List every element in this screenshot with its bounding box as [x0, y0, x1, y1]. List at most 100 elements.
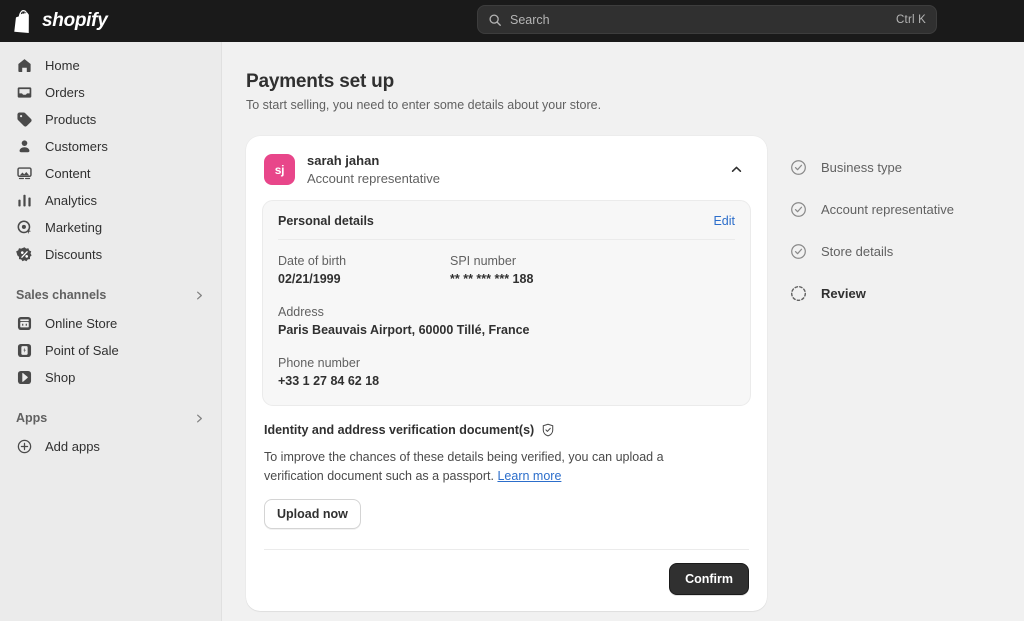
field-label: Date of birth: [278, 254, 347, 268]
field-value: 02/21/1999: [278, 272, 341, 286]
step-label: Store details: [821, 243, 894, 259]
step-account-representative[interactable]: Account representative: [790, 188, 1005, 230]
orders-inbox-icon: [17, 87, 32, 98]
shopify-logo[interactable]: shopify: [0, 9, 222, 33]
search-shortcut: Ctrl K: [896, 13, 926, 26]
sidebar-item-analytics[interactable]: Analytics: [8, 187, 213, 214]
check-circle-icon: [791, 201, 806, 217]
check-circle-icon: [791, 159, 806, 175]
sidebar-item-shop[interactable]: Shop: [8, 364, 213, 391]
shop-icon: [17, 370, 32, 385]
edit-personal-details-link[interactable]: Edit: [713, 214, 735, 228]
sidebar-item-marketing[interactable]: Marketing: [8, 214, 213, 241]
step-label: Business type: [821, 159, 902, 175]
sidebar-item-label: Home: [45, 58, 80, 73]
plus-circle-icon: [17, 439, 32, 454]
verification-body-text: To improve the chances of these details …: [264, 450, 664, 483]
verification-section: Identity and address verification docume…: [262, 423, 751, 529]
search-icon: [489, 13, 501, 26]
verification-title-text: Identity and address verification docume…: [264, 423, 535, 437]
customer-person-icon: [19, 140, 30, 153]
sidebar-item-label: Orders: [45, 85, 85, 100]
step-store-details[interactable]: Store details: [790, 230, 1005, 272]
sidebar-item-label: Shop: [45, 370, 76, 385]
sidebar-section-apps[interactable]: Apps: [8, 405, 213, 431]
sidebar: Home Orders Products Customers Content A…: [0, 42, 222, 621]
field-spi-number: SPI number ** ** *** *** 188: [450, 254, 735, 286]
field-value: +33 1 27 84 62 18: [278, 374, 380, 388]
sidebar-item-customers[interactable]: Customers: [8, 133, 213, 160]
card-footer: Confirm: [262, 550, 751, 595]
chevron-up-icon: [731, 166, 741, 172]
sidebar-item-label: Marketing: [45, 220, 103, 235]
sidebar-item-label: Content: [45, 166, 91, 181]
search-placeholder: Search: [510, 12, 550, 27]
account-identity: sarah jahan Account representative: [307, 153, 711, 186]
avatar: sj: [264, 154, 295, 185]
home-icon: [18, 59, 31, 73]
sidebar-item-home[interactable]: Home: [8, 52, 213, 79]
field-label: Phone number: [278, 356, 361, 370]
collapse-card-button[interactable]: [723, 157, 749, 183]
sidebar-item-label: Products: [45, 112, 97, 127]
account-role: Account representative: [307, 171, 440, 186]
sidebar-item-orders[interactable]: Orders: [8, 79, 213, 106]
search-input[interactable]: Search Ctrl K: [477, 5, 937, 34]
panel-title: Personal details: [278, 214, 374, 228]
confirm-button[interactable]: Confirm: [669, 563, 749, 595]
personal-details-panel: Personal details Edit Date of birth 02/2…: [262, 200, 751, 406]
step-business-type[interactable]: Business type: [790, 146, 1005, 188]
step-label: Account representative: [821, 201, 954, 217]
chevron-right-icon: [197, 414, 202, 422]
shopify-bag-icon: [14, 9, 29, 33]
step-label: Review: [821, 285, 866, 301]
analytics-bars-icon: [18, 194, 31, 207]
field-label: SPI number: [450, 254, 517, 268]
sidebar-item-label: Point of Sale: [45, 343, 119, 358]
details-row-1: Date of birth 02/21/1999 SPI number ** *…: [278, 254, 735, 286]
page-title: Payments set up: [246, 71, 394, 92]
content-image-icon: [17, 167, 32, 180]
sidebar-item-point-of-sale[interactable]: Point of Sale: [8, 337, 213, 364]
sidebar-item-label: Add apps: [45, 439, 100, 454]
account-name: sarah jahan: [307, 153, 380, 168]
top-bar: shopify Search Ctrl K: [0, 0, 1024, 42]
page-subtitle: To start selling, you need to enter some…: [246, 98, 602, 112]
check-circle-icon: [791, 243, 806, 259]
sidebar-item-online-store[interactable]: Online Store: [8, 310, 213, 337]
online-store-icon: [17, 316, 32, 331]
field-address: Address Paris Beauvais Airport, 60000 Ti…: [278, 305, 735, 337]
sidebar-item-label: Discounts: [45, 247, 103, 262]
sidebar-item-content[interactable]: Content: [8, 160, 213, 187]
sidebar-section-sales-channels[interactable]: Sales channels: [8, 282, 213, 308]
brand-name: shopify: [42, 10, 108, 31]
card-header: sj sarah jahan Account representative: [262, 150, 751, 186]
sidebar-section-label: Sales channels: [16, 288, 107, 302]
step-review[interactable]: Review: [790, 272, 1005, 314]
verification-description: To improve the chances of these details …: [264, 448, 704, 486]
panel-header: Personal details Edit: [278, 214, 735, 240]
field-phone-number: Phone number +33 1 27 84 62 18: [278, 356, 735, 388]
sidebar-item-label: Customers: [45, 139, 108, 154]
learn-more-link[interactable]: Learn more: [497, 469, 561, 483]
sidebar-item-products[interactable]: Products: [8, 106, 213, 133]
sidebar-section-label: Apps: [16, 411, 48, 425]
marketing-target-icon: [17, 220, 32, 234]
product-tag-icon: [17, 112, 32, 127]
setup-progress-stepper: Business type Account representative Sto…: [790, 146, 1005, 314]
sidebar-item-add-apps[interactable]: Add apps: [8, 433, 213, 460]
field-date-of-birth: Date of birth 02/21/1999: [278, 254, 450, 286]
discount-percent-icon: [16, 247, 32, 262]
account-representative-card: sj sarah jahan Account representative Pe…: [246, 136, 767, 611]
sidebar-item-label: Online Store: [45, 316, 118, 331]
sidebar-item-label: Analytics: [45, 193, 98, 208]
shield-check-icon: [542, 423, 554, 437]
field-value: ** ** *** *** 188: [450, 272, 534, 286]
sidebar-item-discounts[interactable]: Discounts: [8, 241, 213, 268]
verification-heading: Identity and address verification docume…: [264, 423, 749, 437]
upload-now-button[interactable]: Upload now: [264, 499, 361, 529]
dashed-circle-icon: [790, 285, 807, 301]
main-content: Payments set up To start selling, you ne…: [222, 42, 1024, 621]
field-label: Address: [278, 305, 324, 319]
chevron-right-icon: [197, 291, 202, 299]
